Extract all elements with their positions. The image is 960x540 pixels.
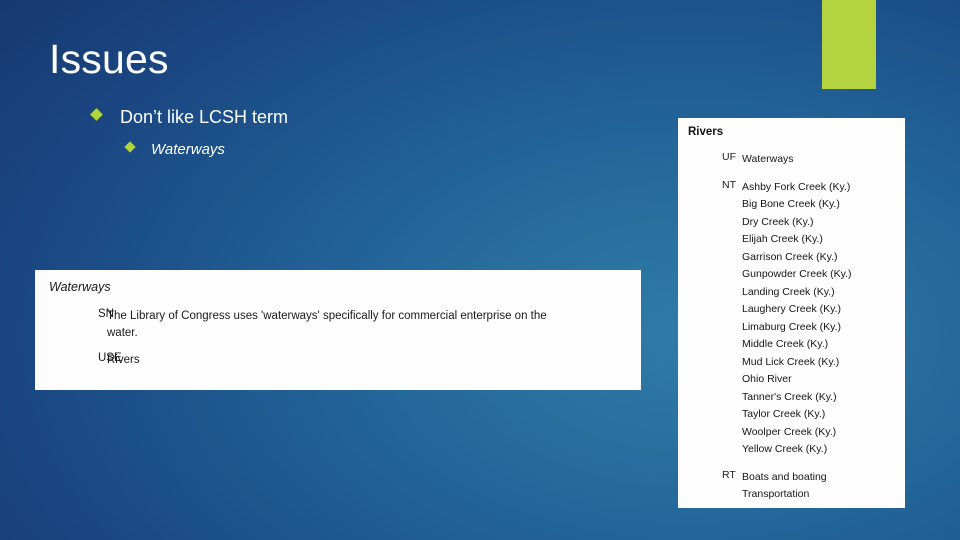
waterways-panel-heading: Waterways <box>49 280 111 294</box>
accent-rectangle <box>822 0 876 89</box>
definition-row-value: Rivers <box>107 354 140 367</box>
diamond-bullet-icon <box>124 141 136 153</box>
thesaurus-row-nt: NT Ashby Fork Creek (Ky.) Big Bone Creek … <box>688 179 895 459</box>
bullet-item-level-1: Don’t like LCSH term <box>90 107 289 128</box>
rivers-panel-heading: Rivers <box>688 126 724 138</box>
thesaurus-row-values: Waterways <box>742 151 794 169</box>
bullet-item-level-1-label: Don’t like LCSH term <box>120 107 289 127</box>
thesaurus-value: Woolper Creek (Ky.) <box>742 425 837 438</box>
thesaurus-value: Ohio River <box>742 373 792 385</box>
thesaurus-value: Elijah Creek (Ky.) <box>742 233 823 245</box>
rivers-thesaurus-panel: Rivers UF Waterways NT Ashby Fork Creek … <box>678 118 905 508</box>
thesaurus-value: Gunpowder Creek (Ky.) <box>742 268 852 280</box>
thesaurus-value: Transportation <box>742 488 810 500</box>
thesaurus-value: Waterways <box>742 153 794 165</box>
thesaurus-row-label: RT <box>722 468 736 481</box>
thesaurus-value: Big Bone Creek (Ky.) <box>742 198 840 210</box>
thesaurus-value: Boats and boating <box>742 470 827 483</box>
definition-row-label: SN <box>98 308 114 320</box>
thesaurus-row-values: Ashby Fork Creek (Ky.) Big Bone Creek (Ky… <box>742 179 852 459</box>
waterways-definition-panel: Waterways SN The Library of Congress use… <box>35 270 641 390</box>
thesaurus-value: Yellow Creek (Ky.) <box>742 443 828 455</box>
definition-row-value: The Library of Congress uses 'waterways'… <box>107 310 547 339</box>
definition-row-label: USE <box>98 352 122 365</box>
thesaurus-value: Limaburg Creek (Ky.) <box>742 320 842 333</box>
definition-row: SN The Library of Congress uses 'waterwa… <box>49 308 627 341</box>
bullet-item-level-2-label: Waterways <box>151 141 225 158</box>
thesaurus-value: Middle Creek (Ky.) <box>742 338 829 350</box>
thesaurus-row-label: UF <box>722 151 736 163</box>
slide-title: Issues <box>49 36 169 82</box>
thesaurus-value: Dry Creek (Ky.) <box>742 215 814 228</box>
definition-row: USE Rivers <box>49 352 627 369</box>
thesaurus-row-values: Boats and boating Transportation <box>742 469 827 504</box>
bullet-item-level-2: Waterways <box>124 141 225 158</box>
thesaurus-row-uf: UF Waterways <box>688 151 895 169</box>
thesaurus-value: Tanner's Creek (Ky.) <box>742 390 837 403</box>
thesaurus-value: Garrison Creek (Ky.) <box>742 250 838 263</box>
thesaurus-value: Taylor Creek (Ky.) <box>742 408 826 420</box>
thesaurus-value: Mud Lick Creek (Ky.) <box>742 355 840 368</box>
diamond-bullet-icon <box>90 108 103 121</box>
presentation-slide: Issues Don’t like LCSH term Waterways Wa… <box>0 0 960 540</box>
thesaurus-value: Ashby Fork Creek (Ky.) <box>742 180 851 193</box>
thesaurus-value: Laughery Creek (Ky.) <box>742 303 842 315</box>
thesaurus-row-label: NT <box>722 178 736 191</box>
thesaurus-value: Landing Creek (Ky.) <box>742 285 835 298</box>
thesaurus-row-rt: RT Boats and boating Transportation <box>688 469 895 504</box>
